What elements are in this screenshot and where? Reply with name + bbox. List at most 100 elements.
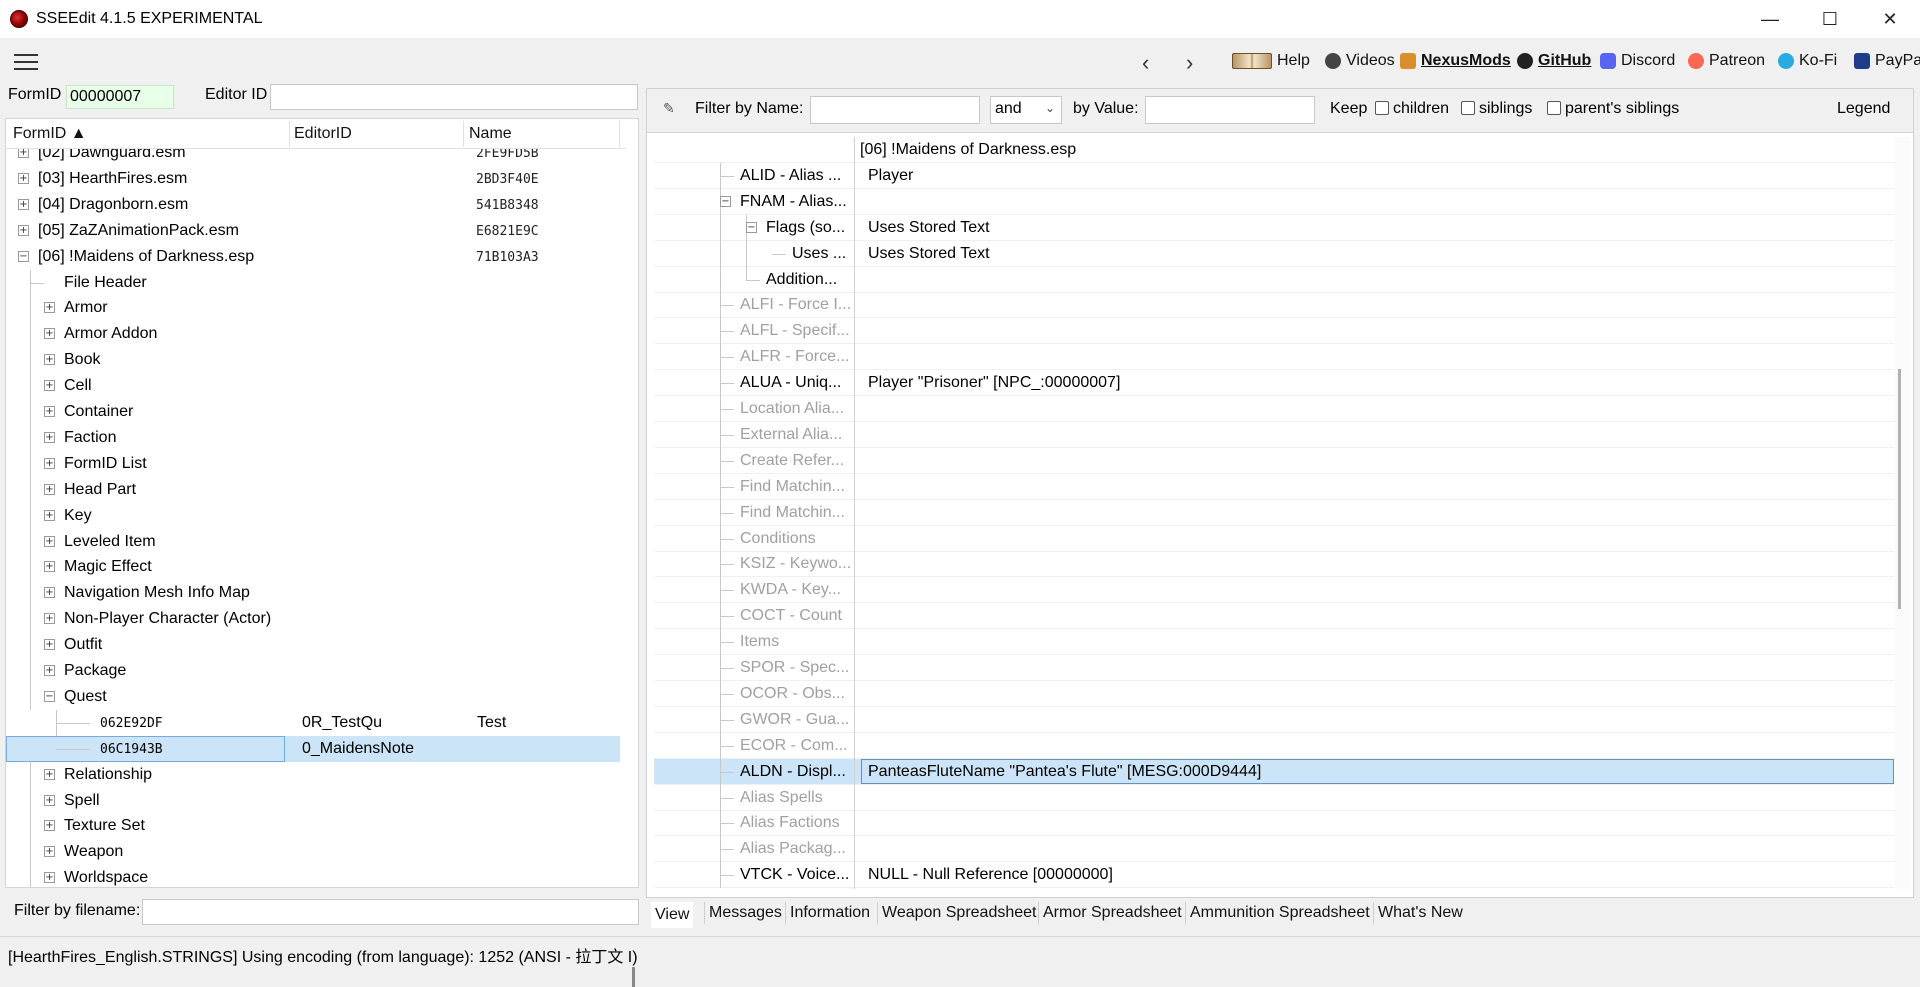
videos-link[interactable]: Videos xyxy=(1325,52,1395,70)
parents-siblings-checkbox[interactable] xyxy=(1547,101,1561,115)
tab-information[interactable]: Information xyxy=(790,904,870,922)
tree-row[interactable]: + Spell xyxy=(6,787,620,814)
discord-link[interactable]: Discord xyxy=(1600,52,1675,70)
view-row[interactable]: ALDN - Displ... PanteasFluteName "Pantea'… xyxy=(654,758,1894,785)
tree-row[interactable]: + Faction xyxy=(6,424,620,451)
editorid-input[interactable] xyxy=(270,84,638,110)
expand-icon[interactable]: + xyxy=(44,302,55,314)
expand-icon[interactable]: + xyxy=(44,587,55,599)
expand-icon[interactable]: + xyxy=(44,561,55,573)
tab-view[interactable]: View xyxy=(651,902,694,928)
collapse-icon[interactable]: − xyxy=(18,250,29,262)
view-row[interactable]: OCOR - Obs... xyxy=(654,680,1894,707)
collapse-icon[interactable]: − xyxy=(44,690,55,702)
tree-row[interactable]: + Key xyxy=(6,502,620,529)
column-separator[interactable] xyxy=(854,137,855,889)
expand-icon[interactable]: + xyxy=(44,483,55,495)
tree-row[interactable]: + Book xyxy=(6,347,620,374)
expand-icon[interactable]: + xyxy=(44,509,55,521)
tree-row[interactable]: + Worldspace xyxy=(6,865,620,887)
view-row[interactable]: − FNAM - Alias... xyxy=(654,188,1894,215)
expand-icon[interactable]: + xyxy=(44,406,55,417)
tree-row[interactable]: + [02] Dawnguard.esm 2FE9FD5B xyxy=(6,149,620,166)
expand-icon[interactable]: + xyxy=(44,535,55,547)
view-row[interactable]: Find Matchin... xyxy=(654,499,1894,526)
nexusmods-link[interactable]: NexusMods xyxy=(1400,52,1511,70)
expand-icon[interactable]: + xyxy=(44,794,55,806)
view-row[interactable]: ALUA - Uniq... Player "Prisoner" [NPC_:00… xyxy=(654,370,1894,397)
view-row[interactable]: Conditions xyxy=(654,525,1894,552)
tree-row[interactable]: + Non-Player Character (Actor) xyxy=(6,606,620,633)
pin-icon[interactable]: ✎ xyxy=(663,100,675,117)
view-row[interactable]: Uses ... Uses Stored Text xyxy=(654,240,1894,267)
expand-icon[interactable]: + xyxy=(44,328,55,340)
view-row[interactable]: Addition... xyxy=(654,266,1894,293)
view-scrollbar-thumb[interactable] xyxy=(1898,369,1901,609)
view-row[interactable]: ALID - Alias ... Player xyxy=(654,162,1894,189)
expand-icon[interactable]: + xyxy=(44,457,55,469)
expand-icon[interactable]: + xyxy=(44,639,55,651)
filter-value-input[interactable] xyxy=(1145,96,1315,124)
tree-row[interactable]: + Leveled Item xyxy=(6,528,620,555)
tree-row[interactable]: + [05] ZaZAnimationPack.esm E6821E9C xyxy=(6,218,620,244)
tree-row[interactable]: + Cell xyxy=(6,373,620,400)
children-checkbox[interactable] xyxy=(1375,101,1389,115)
view-row[interactable]: VTCK - Voice... NULL - Null Reference [00… xyxy=(654,862,1894,889)
view-row[interactable]: Location Alia... xyxy=(654,396,1894,422)
expand-icon[interactable]: + xyxy=(44,665,55,676)
back-button[interactable]: ‹ xyxy=(1142,50,1149,76)
view-row[interactable]: SPOR - Spec... xyxy=(654,655,1894,681)
and-or-select[interactable]: and ⌄ xyxy=(990,96,1062,124)
expand-icon[interactable]: + xyxy=(44,872,55,884)
tab-ammunition-spreadsheet[interactable]: Ammunition Spreadsheet xyxy=(1190,904,1370,922)
view-row[interactable]: GWOR - Gua... xyxy=(654,706,1894,733)
view-row[interactable]: KWDA - Key... xyxy=(654,577,1894,604)
view-row[interactable]: Items xyxy=(654,629,1894,656)
tree-row[interactable]: + Weapon xyxy=(6,839,620,866)
formid-input[interactable]: 00000007 xyxy=(66,85,174,109)
tree-row[interactable]: + FormID List xyxy=(6,450,620,477)
ko-fi-link[interactable]: Ko-Fi xyxy=(1778,52,1837,70)
patreon-link[interactable]: Patreon xyxy=(1688,52,1765,70)
column-formid[interactable]: FormID ▲ xyxy=(13,125,87,143)
menu-icon[interactable] xyxy=(14,54,38,70)
expand-icon[interactable]: + xyxy=(44,354,55,366)
expand-icon[interactable]: + xyxy=(44,431,55,443)
expand-icon[interactable]: + xyxy=(18,149,29,158)
tree-row[interactable]: − [06] !Maidens of Darkness.esp 71B103A3 xyxy=(6,244,620,270)
expand-icon[interactable]: + xyxy=(44,613,55,625)
collapse-icon[interactable]: − xyxy=(746,221,757,233)
view-row[interactable]: Alias Packag... xyxy=(654,836,1894,863)
tree-row[interactable]: + Package xyxy=(6,658,620,684)
filter-name-input[interactable] xyxy=(810,96,980,124)
expand-icon[interactable]: + xyxy=(44,820,55,832)
expand-icon[interactable]: + xyxy=(44,846,55,858)
minimize-button[interactable]: — xyxy=(1740,0,1800,38)
tab-messages[interactable]: Messages xyxy=(709,904,782,922)
tree-row[interactable]: + Container xyxy=(6,399,620,425)
column-editorid[interactable]: EditorID xyxy=(294,125,352,143)
tree-row[interactable]: + Outfit xyxy=(6,632,620,659)
tree-row[interactable]: + Armor Addon xyxy=(6,321,620,348)
expand-icon[interactable]: + xyxy=(44,768,55,780)
view-row[interactable]: Alias Spells xyxy=(654,784,1894,811)
tree-row[interactable]: + Magic Effect xyxy=(6,554,620,581)
tab-weapon-spreadsheet[interactable]: Weapon Spreadsheet xyxy=(882,904,1036,922)
view-row[interactable]: ALFR - Force... xyxy=(654,344,1894,371)
tree-row[interactable]: + [04] Dragonborn.esm 541B8348 xyxy=(6,192,620,218)
legend-button[interactable]: Legend xyxy=(1837,100,1890,118)
tab-armor-spreadsheet[interactable]: Armor Spreadsheet xyxy=(1043,904,1182,922)
view-row[interactable]: − Flags (so... Uses Stored Text xyxy=(654,214,1894,241)
maximize-button[interactable]: ☐ xyxy=(1800,0,1860,38)
tree-row[interactable]: 062E92DF 0R_TestQu Test xyxy=(6,709,620,736)
tree-row[interactable]: + Texture Set xyxy=(6,813,620,840)
expand-icon[interactable]: + xyxy=(44,380,55,392)
forward-button[interactable]: › xyxy=(1186,50,1193,76)
tree-row[interactable]: 06C1943B 0_MaidensNote xyxy=(6,735,620,762)
expand-icon[interactable]: + xyxy=(18,198,29,210)
collapse-icon[interactable]: − xyxy=(720,195,731,207)
tree-row[interactable]: + Armor xyxy=(6,295,620,322)
view-row[interactable]: Find Matchin... xyxy=(654,473,1894,500)
tree-row[interactable]: + Navigation Mesh Info Map xyxy=(6,580,620,607)
github-link[interactable]: GitHub xyxy=(1517,52,1591,70)
